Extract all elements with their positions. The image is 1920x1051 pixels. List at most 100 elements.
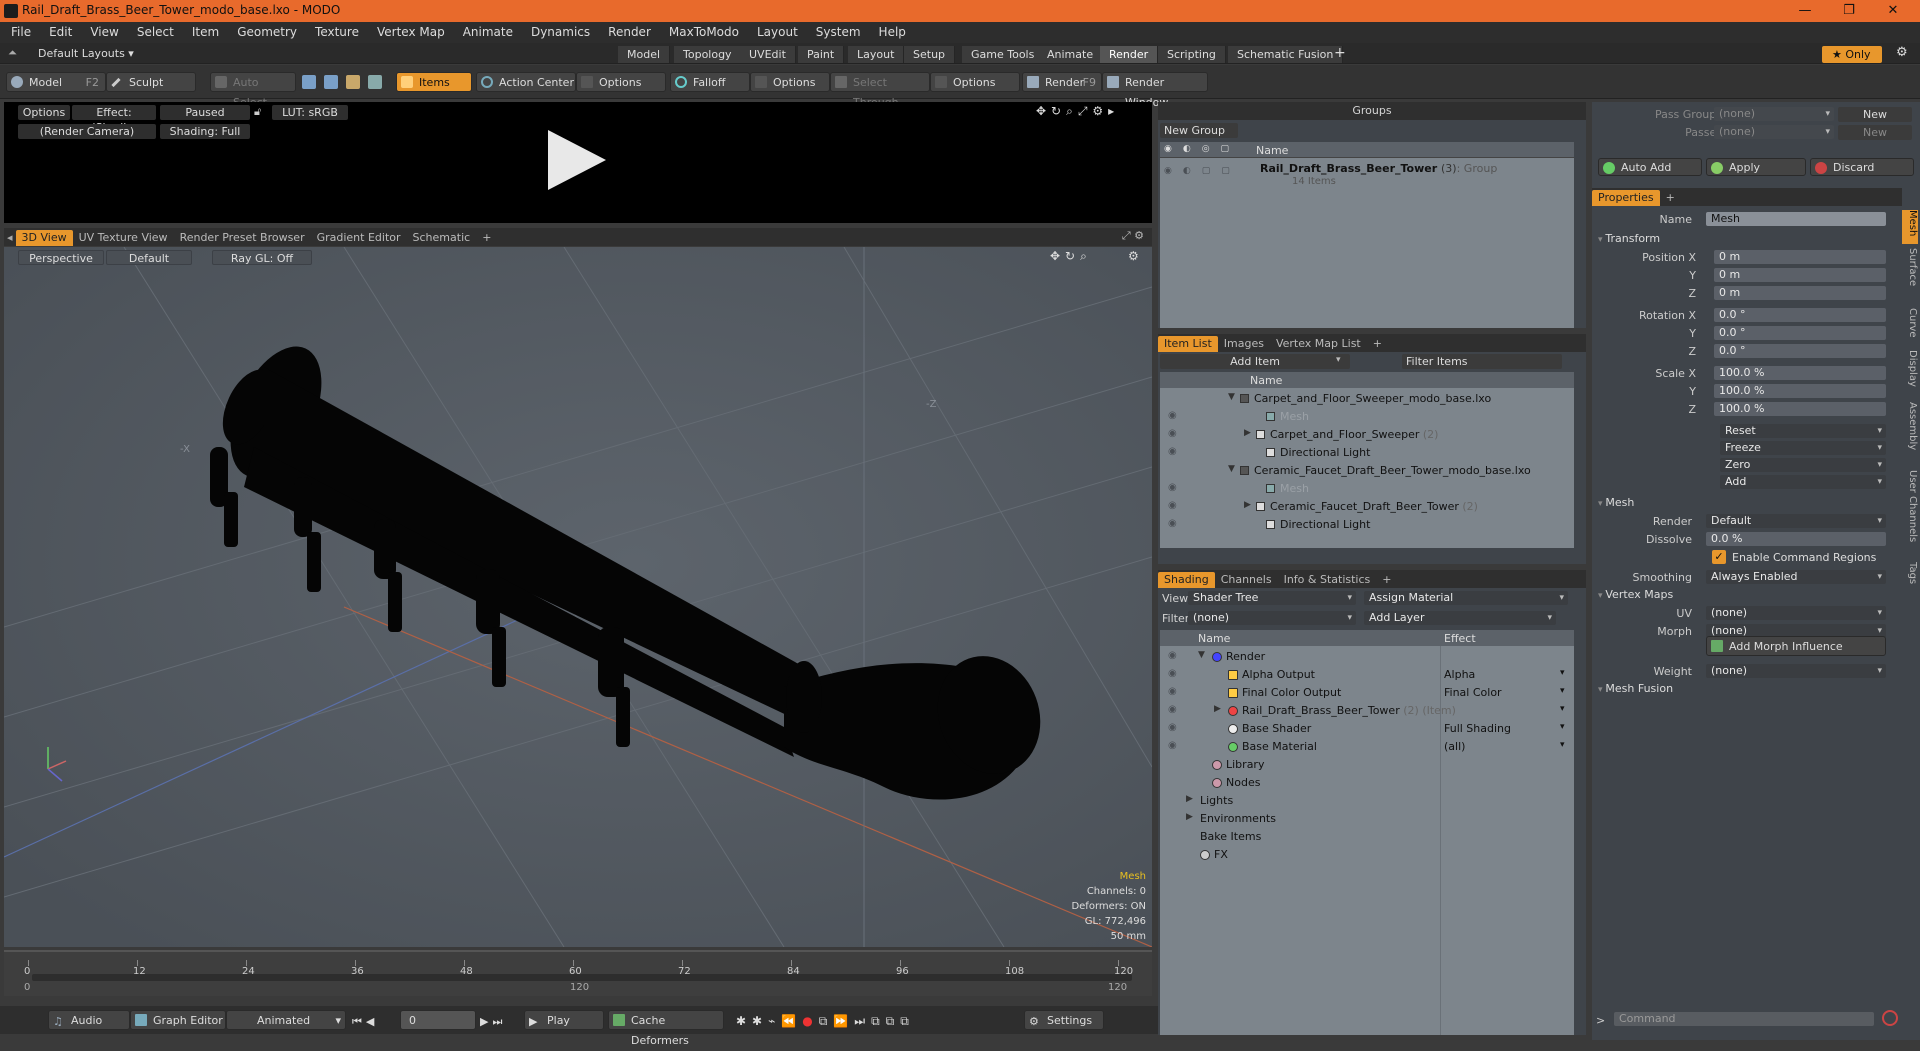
list-item[interactable]: ◉ Mesh [1160,480,1574,498]
groups-list[interactable]: Name ◉◐◎▢ ◉◐▢▢ Rail_Draft_Brass_Beer_Tow… [1160,142,1574,328]
shader-row[interactable]: Bake Items [1160,828,1574,846]
visibility-eye-icon[interactable]: ◉ [1168,740,1177,751]
audio-button[interactable]: ♫ Audio [48,1010,130,1030]
layout-tab-uvedit[interactable]: UVEdit [740,46,796,63]
pass-groups-dropdown[interactable]: (none) [1714,107,1834,121]
tab-images[interactable]: Images [1218,336,1270,352]
scale-y-field[interactable]: 100.0 % [1714,384,1886,398]
tab-info-statistics[interactable]: Info & Statistics [1278,572,1377,588]
effect-dropdown[interactable]: Effect: (Shadi... [72,105,156,134]
shader-row[interactable]: ◉ Final Color Output Final Color ▾ [1160,684,1574,702]
expand-arrow-icon[interactable]: ▶ [1244,428,1251,438]
add-tab-button[interactable]: + [1367,336,1388,352]
vertex-maps-section[interactable]: ▾ Vertex Maps [1598,588,1673,601]
expand-arrow-icon[interactable]: ▶ [1244,500,1251,510]
graph-editor-button[interactable]: Graph Editor [130,1010,226,1030]
smoothing-dropdown[interactable]: Always Enabled [1706,570,1886,584]
render-window-button[interactable]: Render Window [1102,72,1208,109]
render-view-nav-icons[interactable]: ✥↻⌕⤢⚙▸ [1036,104,1119,119]
transform-section[interactable]: ▾ Transform [1598,232,1660,245]
menu-view[interactable]: View [81,22,127,43]
visibility-eye-icon[interactable]: ◉ [1168,686,1177,697]
command-stop-icon[interactable] [1882,1010,1898,1026]
list-item[interactable]: ◉ Directional Light [1160,516,1574,534]
shader-row[interactable]: ▶ Environments [1160,810,1574,828]
selection-mode-icons[interactable] [300,73,390,91]
effect-dropdown-icon[interactable]: ▾ [1560,686,1565,696]
menu-file[interactable]: File [2,22,40,43]
effect-dropdown-icon[interactable]: ▾ [1560,668,1565,678]
apply-button[interactable]: Apply [1706,158,1806,176]
render-button[interactable]: Render F9 [1022,72,1102,92]
close-button[interactable]: ✕ [1872,1,1914,21]
effect-dropdown-icon[interactable]: ▾ [1560,740,1565,750]
menu-help[interactable]: Help [870,22,915,43]
new-pass-button[interactable]: New [1838,125,1912,140]
tab-vertex-map-list[interactable]: Vertex Map List [1270,336,1367,352]
maximize-button[interactable]: ❐ [1828,1,1870,21]
side-tab-user-channels[interactable]: User Channels [1902,470,1918,558]
command-expand-icon[interactable]: > [1596,1014,1605,1027]
viewport-tab-schematic[interactable]: Schematic [407,230,477,246]
items-mode-button[interactable]: Items [396,72,472,92]
menu-texture[interactable]: Texture [306,22,368,43]
shader-effect[interactable]: Full Shading [1444,722,1511,735]
tab-shading[interactable]: Shading [1158,572,1215,588]
viewport-settings-icon[interactable]: ⚙ [1128,249,1139,263]
shader-effect[interactable]: Alpha [1444,668,1475,681]
falloff-button[interactable]: Falloff [670,72,750,92]
layout-tab-paint[interactable]: Paint [798,46,845,63]
current-frame-field[interactable]: 0 [400,1010,476,1030]
layout-tab-scripting[interactable]: Scripting [1158,46,1226,63]
visibility-eye-icon[interactable]: ◉ [1168,428,1177,439]
pos-y-field[interactable]: 0 m [1714,268,1886,282]
shader-row[interactable]: ◉ ▶ Rail_Draft_Brass_Beer_Tower (2) (Item)… [1160,702,1574,720]
visibility-eye-icon[interactable]: ◉ [1168,446,1177,457]
side-tab-surface[interactable]: Surface [1902,248,1918,304]
list-item[interactable]: ▼ Carpet_and_Floor_Sweeper_modo_base.lxo [1160,390,1574,408]
add-tab-button[interactable]: + [1660,190,1681,206]
menu-animate[interactable]: Animate [454,22,522,43]
view-dropdown[interactable]: Shader Tree [1188,591,1356,605]
shader-row[interactable]: Nodes [1160,774,1574,792]
viewport-tab-3d-view[interactable]: 3D View [15,230,73,246]
action-center-button[interactable]: Action Center [476,72,576,92]
mesh-fusion-section[interactable]: ▾ Mesh Fusion [1598,682,1673,695]
visibility-eye-icon[interactable]: ◉ [1168,668,1177,679]
render-options-button[interactable]: Options [18,105,70,120]
menu-vertex-map[interactable]: Vertex Map [368,22,454,43]
shader-row[interactable]: ▶ Lights [1160,792,1574,810]
default-layouts-dropdown[interactable]: Default Layouts ▾ [38,47,134,60]
menu-geometry[interactable]: Geometry [228,22,306,43]
viewport-tab-icons[interactable]: ⤢ ⚙ [1122,229,1144,243]
expand-arrow-icon[interactable]: ▼ [1198,650,1205,660]
add-item-button[interactable]: Add Item [1160,354,1350,369]
next-key-icons[interactable]: ▶⏭ [480,1015,506,1029]
shader-effect[interactable]: Final Color [1444,686,1502,699]
side-tab-tags[interactable]: Tags [1902,562,1918,598]
effect-dropdown-icon[interactable]: ▾ [1560,722,1565,732]
side-tab-mesh[interactable]: Mesh [1902,210,1918,244]
pos-x-field[interactable]: 0 m [1714,250,1886,264]
shader-row[interactable]: ◉ ▼ Render [1160,648,1574,666]
list-item[interactable]: ◉ Mesh [1160,408,1574,426]
vertices-icon[interactable] [302,75,316,89]
add-viewport-tab-button[interactable]: + [476,230,497,246]
layout-tab-setup[interactable]: Setup [904,46,956,63]
layout-tab-game-tools[interactable]: Game Tools [962,46,1045,63]
menu-render[interactable]: Render [599,22,660,43]
minimize-button[interactable]: — [1784,1,1826,21]
new-group-button[interactable]: New Group [1160,123,1238,138]
lut-dropdown[interactable]: LUT: sRGB [272,105,348,120]
filter-items-field[interactable]: Filter Items [1402,354,1562,369]
rot-y-field[interactable]: 0.0 ° [1714,326,1886,340]
expand-arrow-icon[interactable]: ▶ [1186,812,1193,822]
visibility-eye-icon[interactable]: ◉ [1168,650,1177,661]
visibility-eye-icon[interactable]: ◉ [1168,500,1177,511]
reset-dropdown[interactable]: Reset [1720,424,1886,438]
menu-select[interactable]: Select [128,22,183,43]
tab-item-list[interactable]: Item List [1158,336,1218,352]
raygl-toggle[interactable]: Ray GL: Off [212,250,312,265]
viewport-tab-render-preset-browser[interactable]: Render Preset Browser [174,230,311,246]
scale-z-field[interactable]: 100.0 % [1714,402,1886,416]
